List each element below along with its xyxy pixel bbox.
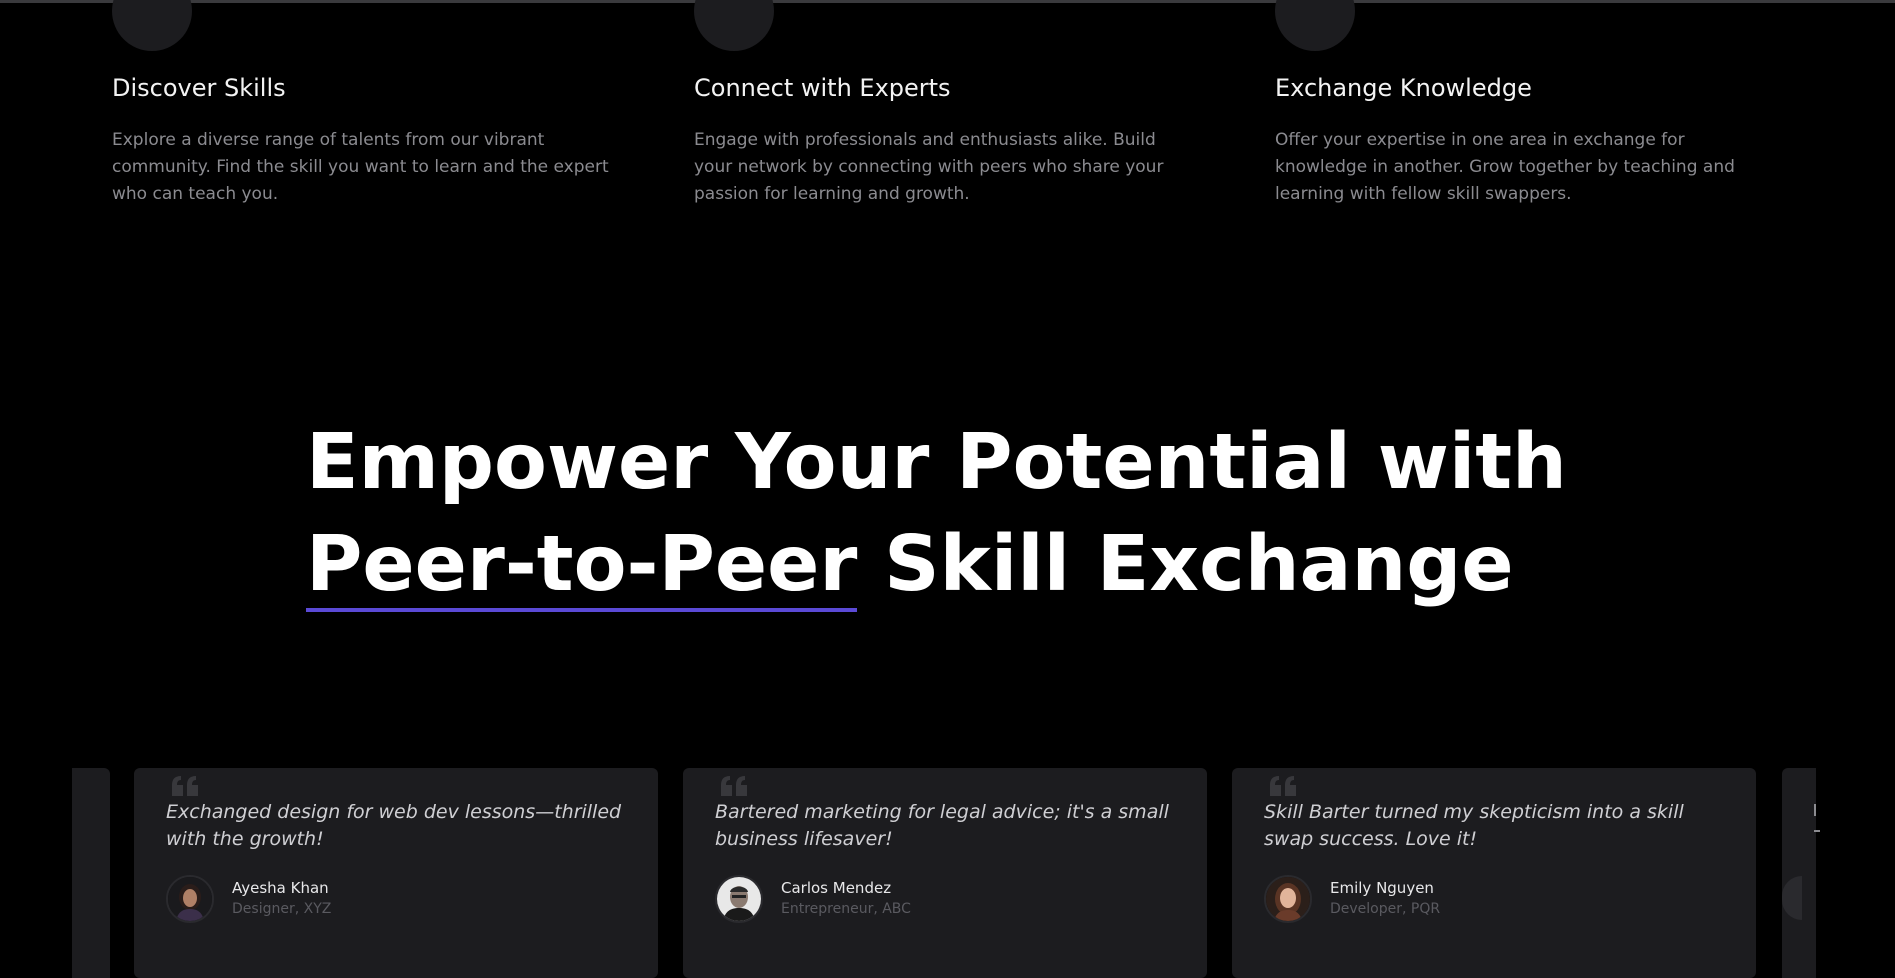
headline-highlight: Peer-to-Peer [306, 522, 858, 612]
testimonial-card-partial [72, 768, 110, 978]
quote-icon [1270, 776, 1296, 796]
testimonial-author: Emily Nguyen Developer, PQR [1264, 875, 1440, 923]
testimonial-card: Skill Barter turned my skepticism into a… [1232, 768, 1756, 978]
testimonial-author: Carlos Mendez Entrepreneur, ABC [715, 875, 911, 923]
testimonial-card: Exchanged design for web dev lessons—thr… [134, 768, 658, 978]
top-border [0, 0, 1895, 3]
quote-icon [172, 776, 198, 796]
headline-line-2: Peer-to-Peer Skill Exchange [306, 514, 1567, 616]
partial-quote-fragment [1814, 804, 1816, 816]
author-name: Ayesha Khan [232, 879, 329, 897]
quote-icon [721, 776, 747, 796]
author-role: Designer, XYZ [232, 901, 332, 917]
testimonial-quote: Bartered marketing for legal advice; it'… [715, 801, 1169, 850]
testimonial-carousel[interactable]: Exchanged design for web dev lessons—thr… [0, 768, 1895, 978]
avatar [166, 875, 214, 923]
testimonial-card-partial [1782, 768, 1820, 978]
testimonial-card: Bartered marketing for legal advice; it'… [683, 768, 1207, 978]
avatar [1782, 876, 1802, 920]
author-name: Carlos Mendez [781, 879, 892, 897]
avatar [1264, 875, 1312, 923]
author-role: Developer, PQR [1330, 901, 1441, 917]
testimonial-quote: Skill Barter turned my skepticism into a… [1264, 801, 1684, 850]
feature-description: Engage with professionals and enthusiast… [694, 130, 1164, 204]
headline-line-1: Empower Your Potential with [306, 418, 1567, 507]
feature-title: Exchange Knowledge [1275, 74, 1532, 102]
feature-title: Connect with Experts [694, 74, 951, 102]
icon-circle [112, 0, 192, 51]
testimonial-quote: Exchanged design for web dev lessons—thr… [166, 801, 622, 850]
partial-quote-fragment [1814, 830, 1820, 832]
hero-headline: Empower Your Potential with Peer-to-Peer… [306, 412, 1567, 616]
icon-circle [1275, 0, 1355, 51]
avatar [715, 875, 763, 923]
feature-description: Offer your expertise in one area in exch… [1275, 130, 1735, 204]
testimonial-author: Ayesha Khan Designer, XYZ [166, 875, 331, 923]
icon-circle [694, 0, 774, 51]
author-role: Entrepreneur, ABC [781, 901, 911, 917]
headline-line-2-rest: Skill Exchange [857, 520, 1514, 609]
feature-description: Explore a diverse range of talents from … [112, 130, 609, 204]
author-name: Emily Nguyen [1330, 879, 1434, 897]
feature-title: Discover Skills [112, 74, 286, 102]
